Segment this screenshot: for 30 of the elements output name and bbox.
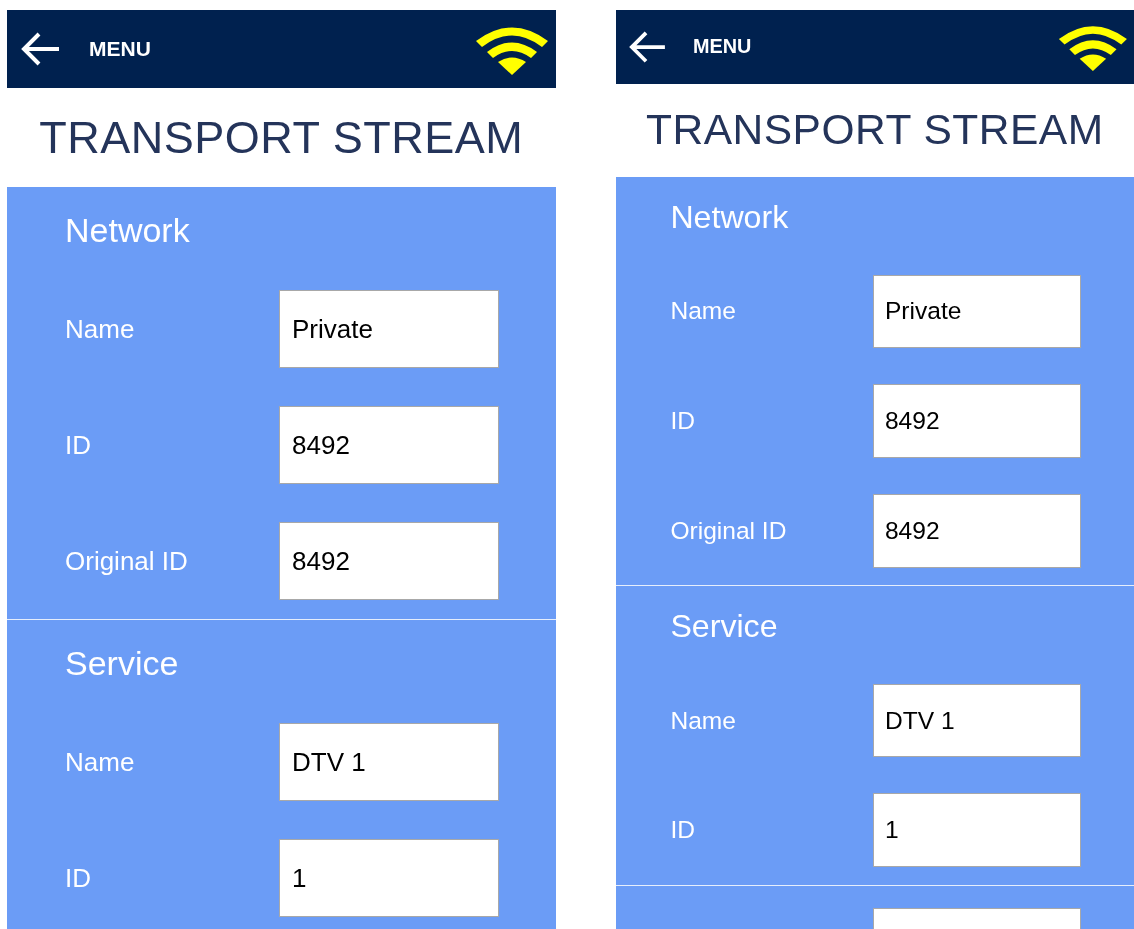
section-heading: Network: [65, 210, 190, 250]
input-field[interactable]: Private: [872, 274, 1081, 349]
input-field[interactable]: 1: [872, 793, 1081, 868]
menu-link[interactable]: MENU: [89, 37, 151, 61]
menu-link[interactable]: MENU: [693, 35, 752, 59]
input-field[interactable]: 8492: [279, 406, 499, 484]
page-title: TRANSPORT STREAM: [645, 106, 1104, 155]
field-label: ID: [670, 407, 695, 436]
field-label: Name: [65, 313, 135, 345]
section-heading: Service: [670, 608, 778, 646]
input-field[interactable]: 8492: [279, 522, 499, 600]
field-label: Name: [65, 746, 135, 778]
input-field[interactable]: DTV 1: [279, 723, 499, 801]
input-field[interactable]: 8492: [872, 493, 1081, 568]
section-heading: Network: [670, 199, 789, 237]
input-field[interactable]: 8492: [872, 384, 1081, 458]
back-arrow-icon[interactable]: [21, 32, 61, 66]
field-label: Name: [670, 706, 736, 735]
field-label: Original ID: [65, 545, 188, 577]
input-field[interactable]: Private: [279, 290, 499, 368]
field-label: Original ID: [670, 516, 787, 545]
back-arrow-icon[interactable]: [628, 30, 667, 63]
section-heading: Service: [65, 643, 179, 683]
field-label: ID: [65, 429, 91, 461]
input-field[interactable]: DTV 1: [872, 683, 1081, 758]
field-label: ID: [670, 816, 695, 845]
page-title: TRANSPORT STREAM: [39, 111, 524, 164]
input-field[interactable]: 1: [279, 839, 499, 917]
field-label: Name: [670, 297, 736, 326]
field-label: ID: [65, 862, 91, 894]
